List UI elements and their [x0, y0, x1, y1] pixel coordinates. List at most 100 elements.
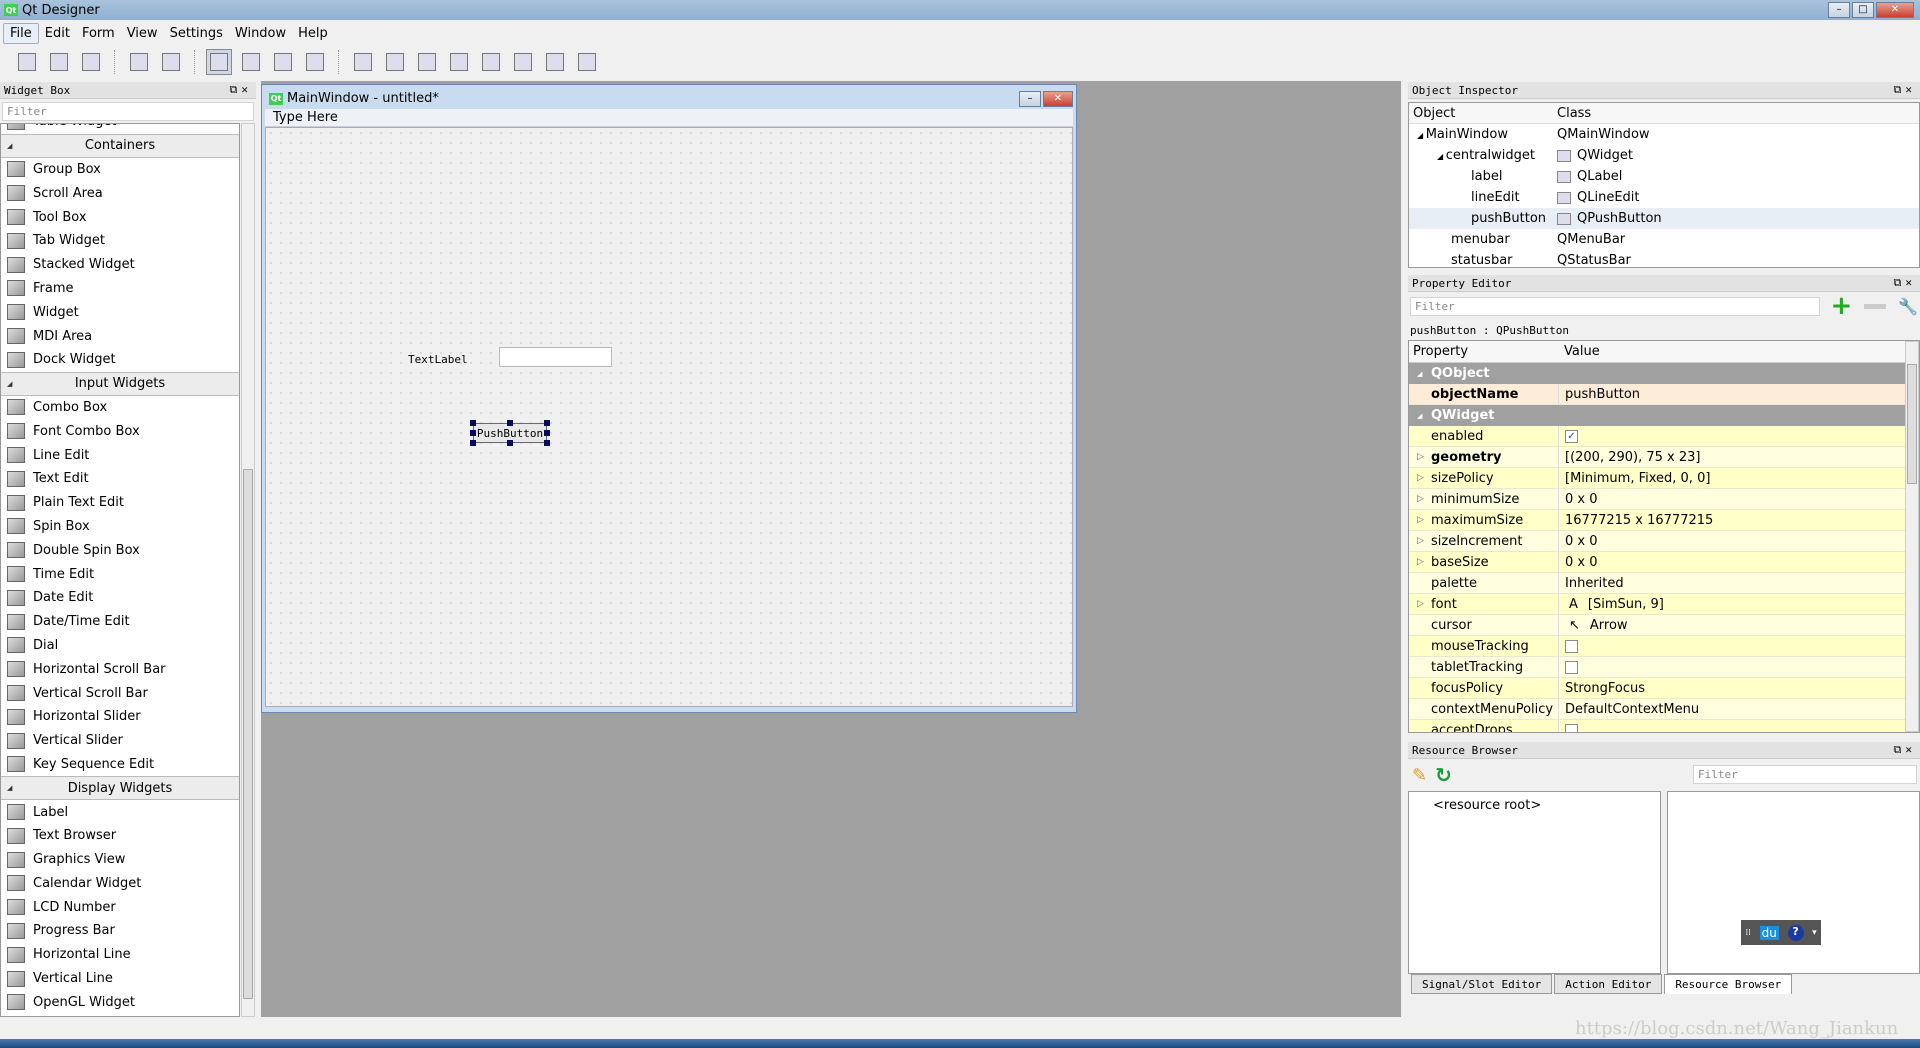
- tab-signal-slot-editor[interactable]: Signal/Slot Editor: [1411, 974, 1553, 994]
- widget-item[interactable]: Horizontal Line: [1, 943, 239, 967]
- edit-signals-slots-button[interactable]: [238, 49, 264, 75]
- property-row[interactable]: tabletTracking: [1409, 657, 1905, 678]
- widget-item[interactable]: Combo Box: [1, 396, 239, 420]
- property-value[interactable]: [1559, 660, 1578, 674]
- layout-vertical-splitter-button[interactable]: [446, 49, 472, 75]
- resource-file-list[interactable]: ⁞⁞ du ? ▾: [1667, 791, 1920, 974]
- edit-buddies-button[interactable]: [270, 49, 296, 75]
- widget-item[interactable]: Horizontal Scroll Bar: [1, 657, 239, 681]
- enabled-checkbox[interactable]: ✓: [1565, 429, 1578, 443]
- new-file-button[interactable]: [14, 49, 40, 75]
- save-button[interactable]: [78, 49, 104, 75]
- expand-arrow-icon[interactable]: ▷: [1417, 557, 1424, 567]
- close-button[interactable]: ✕: [1876, 2, 1914, 18]
- widget-item[interactable]: Text Browser: [1, 824, 239, 848]
- widget-item[interactable]: Stacked Widget: [1, 253, 239, 277]
- expand-arrow-icon[interactable]: ▷: [1417, 452, 1424, 462]
- property-filter-input[interactable]: Filter: [1410, 296, 1821, 316]
- property-row[interactable]: ▷ font A [SimSun, 9]: [1409, 594, 1905, 615]
- column-header[interactable]: Object: [1409, 106, 1557, 121]
- widget-item[interactable]: Vertical Scroll Bar: [1, 681, 239, 705]
- property-value[interactable]: 0 x 0: [1559, 534, 1598, 549]
- property-value[interactable]: StrongFocus: [1559, 681, 1645, 696]
- expand-arrow-icon[interactable]: ▷: [1417, 536, 1424, 546]
- object-tree-row[interactable]: pushButton QPushButton: [1409, 208, 1919, 229]
- selection-handle[interactable]: [507, 440, 513, 446]
- help-icon[interactable]: ?: [1787, 924, 1804, 941]
- property-value[interactable]: 0 x 0: [1559, 555, 1598, 570]
- form-window[interactable]: Qt MainWindow - untitled* – ✕ Type Here T…: [261, 84, 1077, 713]
- object-tree-row[interactable]: menubar QMenuBar: [1409, 229, 1919, 250]
- widget-item[interactable]: MDI Area: [1, 324, 239, 348]
- widget-item[interactable]: Text Edit: [1, 467, 239, 491]
- column-header[interactable]: Property: [1409, 344, 1560, 359]
- property-row[interactable]: objectName pushButton: [1409, 384, 1905, 405]
- property-value[interactable]: ↖ Arrow: [1559, 618, 1628, 633]
- remove-property-icon[interactable]: [1864, 303, 1887, 309]
- layout-grid-button[interactable]: [478, 49, 504, 75]
- property-group[interactable]: QWidget: [1409, 405, 1905, 426]
- widget-list-scrollbar[interactable]: [241, 123, 255, 1017]
- object-tree-row[interactable]: statusbar QStatusBar: [1409, 250, 1919, 271]
- widget-item[interactable]: Vertical Slider: [1, 729, 239, 753]
- property-value[interactable]: [1559, 723, 1578, 732]
- expand-arrow-icon[interactable]: ◢: [1437, 152, 1446, 161]
- widget-item[interactable]: LCD Number: [1, 895, 239, 919]
- property-row[interactable]: ▷ sizePolicy [Minimum, Fixed, 0, 0]: [1409, 468, 1905, 489]
- resource-root[interactable]: <resource root>: [1433, 798, 1541, 813]
- property-value[interactable]: 16777215 x 16777215: [1559, 513, 1713, 528]
- widget-item[interactable]: Plain Text Edit: [1, 491, 239, 515]
- ime-logo[interactable]: du: [1759, 925, 1779, 940]
- layout-vertical-button[interactable]: [382, 49, 408, 75]
- widget-item[interactable]: Date Edit: [1, 586, 239, 610]
- menu-form[interactable]: Form: [76, 24, 121, 43]
- widget-item[interactable]: Vertical Line: [1, 967, 239, 991]
- widget-item[interactable]: Group Box: [1, 158, 239, 182]
- menu-arrow-icon[interactable]: ▾: [1812, 928, 1817, 938]
- open-folder-button[interactable]: [46, 49, 72, 75]
- tabletTracking-checkbox[interactable]: [1565, 660, 1578, 674]
- resource-filter-input[interactable]: Filter: [1693, 765, 1917, 784]
- widget-item[interactable]: Scroll Area: [1, 181, 239, 205]
- add-dynamic-property-icon[interactable]: +: [1830, 291, 1852, 321]
- bring-to-front-button[interactable]: [158, 49, 184, 75]
- property-value[interactable]: ✓: [1559, 429, 1578, 443]
- category-input-widgets[interactable]: Input Widgets: [1, 371, 239, 396]
- selection-handle[interactable]: [544, 430, 550, 436]
- widget-item[interactable]: Date/Time Edit: [1, 610, 239, 634]
- selection-handle[interactable]: [470, 420, 476, 426]
- dock-float-close-icons[interactable]: ⧉✕: [1894, 743, 1916, 757]
- selection-handle[interactable]: [470, 440, 476, 446]
- dock-float-close-icons[interactable]: ⧉✕: [1894, 276, 1916, 290]
- widget-item[interactable]: Horizontal Slider: [1, 705, 239, 729]
- widget-item[interactable]: Progress Bar: [1, 919, 239, 943]
- property-value[interactable]: [1559, 639, 1578, 653]
- form-canvas[interactable]: TextLabel PushButton: [265, 127, 1073, 707]
- widget-item[interactable]: Graphics View: [1, 848, 239, 872]
- property-row[interactable]: acceptDrops: [1409, 720, 1905, 732]
- maximize-button[interactable]: □: [1852, 2, 1874, 18]
- tab-resource-browser[interactable]: Resource Browser: [1664, 974, 1793, 994]
- widget-item[interactable]: Double Spin Box: [1, 538, 239, 562]
- object-tree-row[interactable]: ◢ MainWindow QMainWindow: [1409, 124, 1919, 145]
- property-row[interactable]: enabled ✓: [1409, 426, 1905, 447]
- send-to-back-button[interactable]: [126, 49, 152, 75]
- widget-item[interactable]: Frame: [1, 277, 239, 301]
- property-row[interactable]: ▷ sizeIncrement 0 x 0: [1409, 531, 1905, 552]
- adjust-size-button[interactable]: [574, 49, 600, 75]
- widget-filter-input[interactable]: Filter: [2, 102, 254, 121]
- property-row[interactable]: mouseTracking: [1409, 636, 1905, 657]
- type-here-menu[interactable]: Type Here: [273, 110, 338, 125]
- dock-float-close-icons[interactable]: ⧉✕: [1894, 83, 1916, 97]
- menu-edit[interactable]: Edit: [39, 24, 76, 43]
- text-label[interactable]: TextLabel: [408, 353, 468, 366]
- property-row[interactable]: ▷ baseSize 0 x 0: [1409, 552, 1905, 573]
- property-row[interactable]: contextMenuPolicy DefaultContextMenu: [1409, 699, 1905, 720]
- property-value[interactable]: Inherited: [1559, 576, 1624, 591]
- category-containers[interactable]: Containers: [1, 133, 239, 158]
- selection-handle[interactable]: [507, 420, 513, 426]
- selection-handle[interactable]: [544, 420, 550, 426]
- widget-item[interactable]: Time Edit: [1, 562, 239, 586]
- ime-toolbar[interactable]: ⁞⁞ du ? ▾: [1741, 920, 1821, 945]
- menu-help[interactable]: Help: [292, 24, 334, 43]
